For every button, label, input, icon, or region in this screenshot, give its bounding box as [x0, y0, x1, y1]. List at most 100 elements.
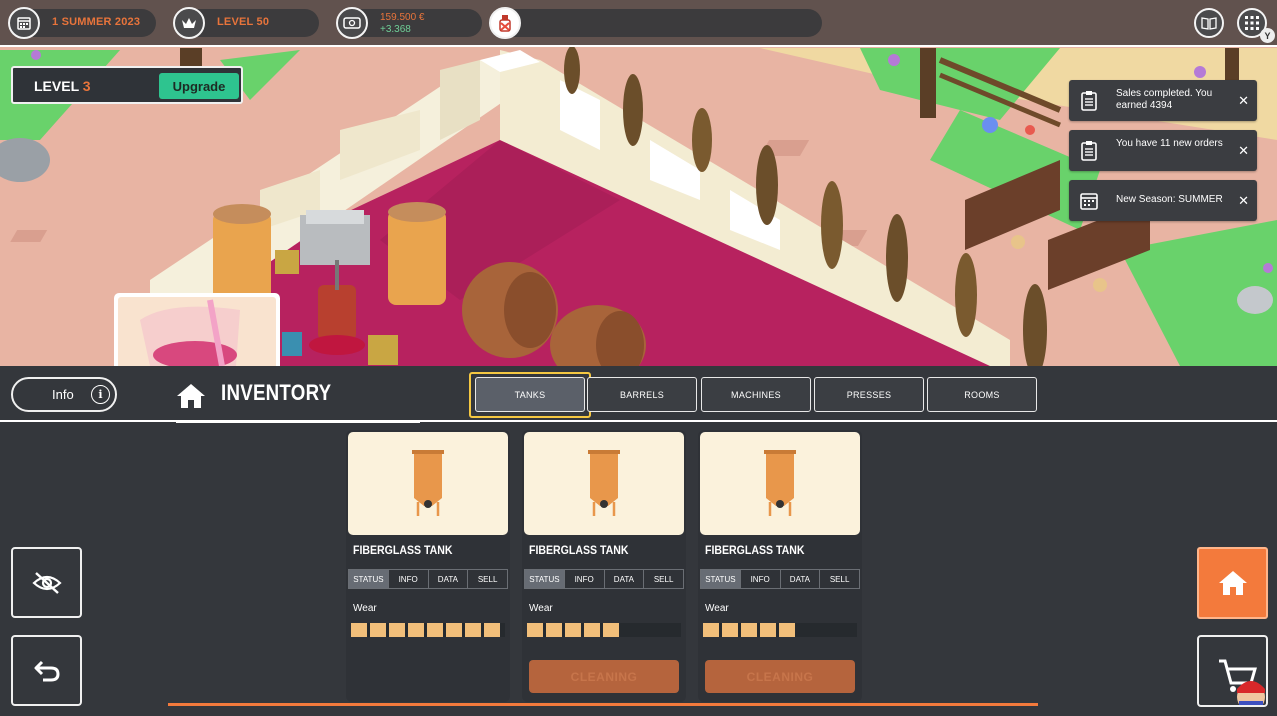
title-underline: [176, 420, 420, 423]
card-tab-bar: STATUS INFO DATA SELL: [524, 569, 684, 589]
wear-segment: [465, 623, 481, 637]
cleaning-button[interactable]: CLEANING: [705, 660, 855, 693]
card-tab-sell[interactable]: SELL: [468, 570, 507, 588]
tank-image: [700, 432, 860, 535]
alert-pill[interactable]: [489, 7, 822, 39]
tank-name: FIBERGLASS TANK: [529, 543, 629, 557]
date-text: 1 SUMMER 2023: [52, 16, 141, 28]
wear-segment: [527, 623, 543, 637]
close-icon[interactable]: ✕: [1238, 193, 1249, 209]
wear-segment: [389, 623, 405, 637]
card-tab-info[interactable]: INFO: [565, 570, 605, 588]
wear-bar: [703, 623, 857, 637]
level-pill[interactable]: LEVEL 50: [173, 7, 319, 39]
money-delta-text: +3.368: [380, 24, 411, 35]
money-icon: [336, 7, 368, 39]
wear-segment: [584, 623, 600, 637]
clipboard-icon: [1081, 141, 1097, 161]
crown-icon: [173, 7, 205, 39]
tab-barrels[interactable]: BARRELS: [587, 377, 697, 412]
wear-segment: [427, 623, 443, 637]
card-tab-bar: STATUS INFO DATA SELL: [700, 569, 860, 589]
date-pill[interactable]: 1 SUMMER 2023: [8, 7, 156, 39]
wear-segment: [370, 623, 386, 637]
card-tab-sell[interactable]: SELL: [644, 570, 683, 588]
notification-text: You have 11 new orders: [1116, 138, 1223, 149]
hide-ui-button[interactable]: [11, 547, 82, 618]
close-icon[interactable]: ✕: [1238, 93, 1249, 109]
panel-bottom-accent-line: [168, 703, 1038, 706]
upgrade-button[interactable]: Upgrade: [159, 73, 239, 99]
undo-arrow-icon: [34, 660, 60, 681]
room-level-number: 3: [82, 78, 91, 94]
home-button[interactable]: [1197, 547, 1268, 619]
wear-label: Wear: [705, 603, 729, 614]
level-text: LEVEL 50: [217, 16, 270, 28]
tank-card[interactable]: FIBERGLASS TANK STATUS INFO DATA SELL Wear: [346, 430, 510, 702]
shop-cart-button[interactable]: [1197, 635, 1268, 707]
tank-image: [348, 432, 508, 535]
inventory-header: Info i INVENTORY TANKS BARRELS MACHINES …: [0, 366, 1277, 423]
wear-segment: [546, 623, 562, 637]
card-tab-data[interactable]: DATA: [781, 570, 821, 588]
fiberglass-tank-icon: [764, 450, 796, 516]
wear-segment: [565, 623, 581, 637]
notification-orders[interactable]: You have 11 new orders ✕: [1069, 130, 1257, 171]
card-tab-data[interactable]: DATA: [429, 570, 469, 588]
wear-label: Wear: [529, 603, 553, 614]
wear-segment: [779, 623, 795, 637]
tank-image: [524, 432, 684, 535]
cleaning-button[interactable]: CLEANING: [529, 660, 679, 693]
card-tab-bar: STATUS INFO DATA SELL: [348, 569, 508, 589]
wear-segment: [446, 623, 462, 637]
wear-label: Wear: [353, 603, 377, 614]
money-text: 159.500 €: [380, 12, 425, 23]
card-tab-info[interactable]: INFO: [741, 570, 781, 588]
inventory-panel: Info i INVENTORY TANKS BARRELS MACHINES …: [0, 366, 1277, 716]
wear-segment: [722, 623, 738, 637]
info-icon: i: [91, 385, 110, 404]
clipboard-icon: [1081, 91, 1097, 111]
card-tab-info[interactable]: INFO: [389, 570, 429, 588]
tab-rooms[interactable]: ROOMS: [927, 377, 1037, 412]
wear-segment: [351, 623, 367, 637]
tab-machines[interactable]: MACHINES: [701, 377, 811, 412]
back-button[interactable]: [11, 635, 82, 706]
tab-tanks[interactable]: TANKS: [475, 377, 585, 412]
card-tab-status[interactable]: STATUS: [349, 570, 389, 588]
wear-segment: [703, 623, 719, 637]
calendar-icon: [8, 7, 40, 39]
tab-presses[interactable]: PRESSES: [814, 377, 924, 412]
top-status-bar: 1 SUMMER 2023 LEVEL 50 159.500 € +3.368 …: [0, 0, 1277, 47]
eye-off-icon: [31, 571, 62, 594]
fiberglass-tank-icon: [588, 450, 620, 516]
tank-card[interactable]: FIBERGLASS TANK STATUS INFO DATA SELL Wear …: [522, 430, 686, 702]
fiberglass-tank-icon: [412, 450, 444, 516]
wear-segment: [484, 623, 500, 637]
card-tab-sell[interactable]: SELL: [820, 570, 859, 588]
info-button[interactable]: Info i: [11, 377, 117, 412]
wear-segment: [603, 623, 619, 637]
notification-text: New Season: SUMMER: [1116, 194, 1223, 205]
card-tab-status[interactable]: STATUS: [525, 570, 565, 588]
inventory-title: INVENTORY: [221, 380, 332, 405]
notification-sales[interactable]: Sales completed. You earned 4394 ✕: [1069, 80, 1257, 121]
wear-segment: [408, 623, 424, 637]
notification-season[interactable]: New Season: SUMMER ✕: [1069, 180, 1257, 221]
wear-bar: [351, 623, 505, 637]
room-level-label: LEVEL 3: [34, 78, 91, 94]
book-icon[interactable]: [1194, 8, 1224, 38]
no-alcohol-icon: [489, 7, 521, 39]
info-button-label: Info: [52, 387, 74, 402]
money-pill[interactable]: 159.500 € +3.368: [336, 7, 482, 39]
card-tab-data[interactable]: DATA: [605, 570, 645, 588]
calendar-icon: [1080, 193, 1098, 210]
close-icon[interactable]: ✕: [1238, 143, 1249, 159]
cart-icon: [1219, 659, 1265, 705]
tank-card[interactable]: FIBERGLASS TANK STATUS INFO DATA SELL Wear …: [698, 430, 862, 702]
controller-y-badge: Y: [1260, 28, 1275, 43]
wear-bar: [527, 623, 681, 637]
card-tab-status[interactable]: STATUS: [701, 570, 741, 588]
tank-name: FIBERGLASS TANK: [705, 543, 805, 557]
wear-segment: [741, 623, 757, 637]
